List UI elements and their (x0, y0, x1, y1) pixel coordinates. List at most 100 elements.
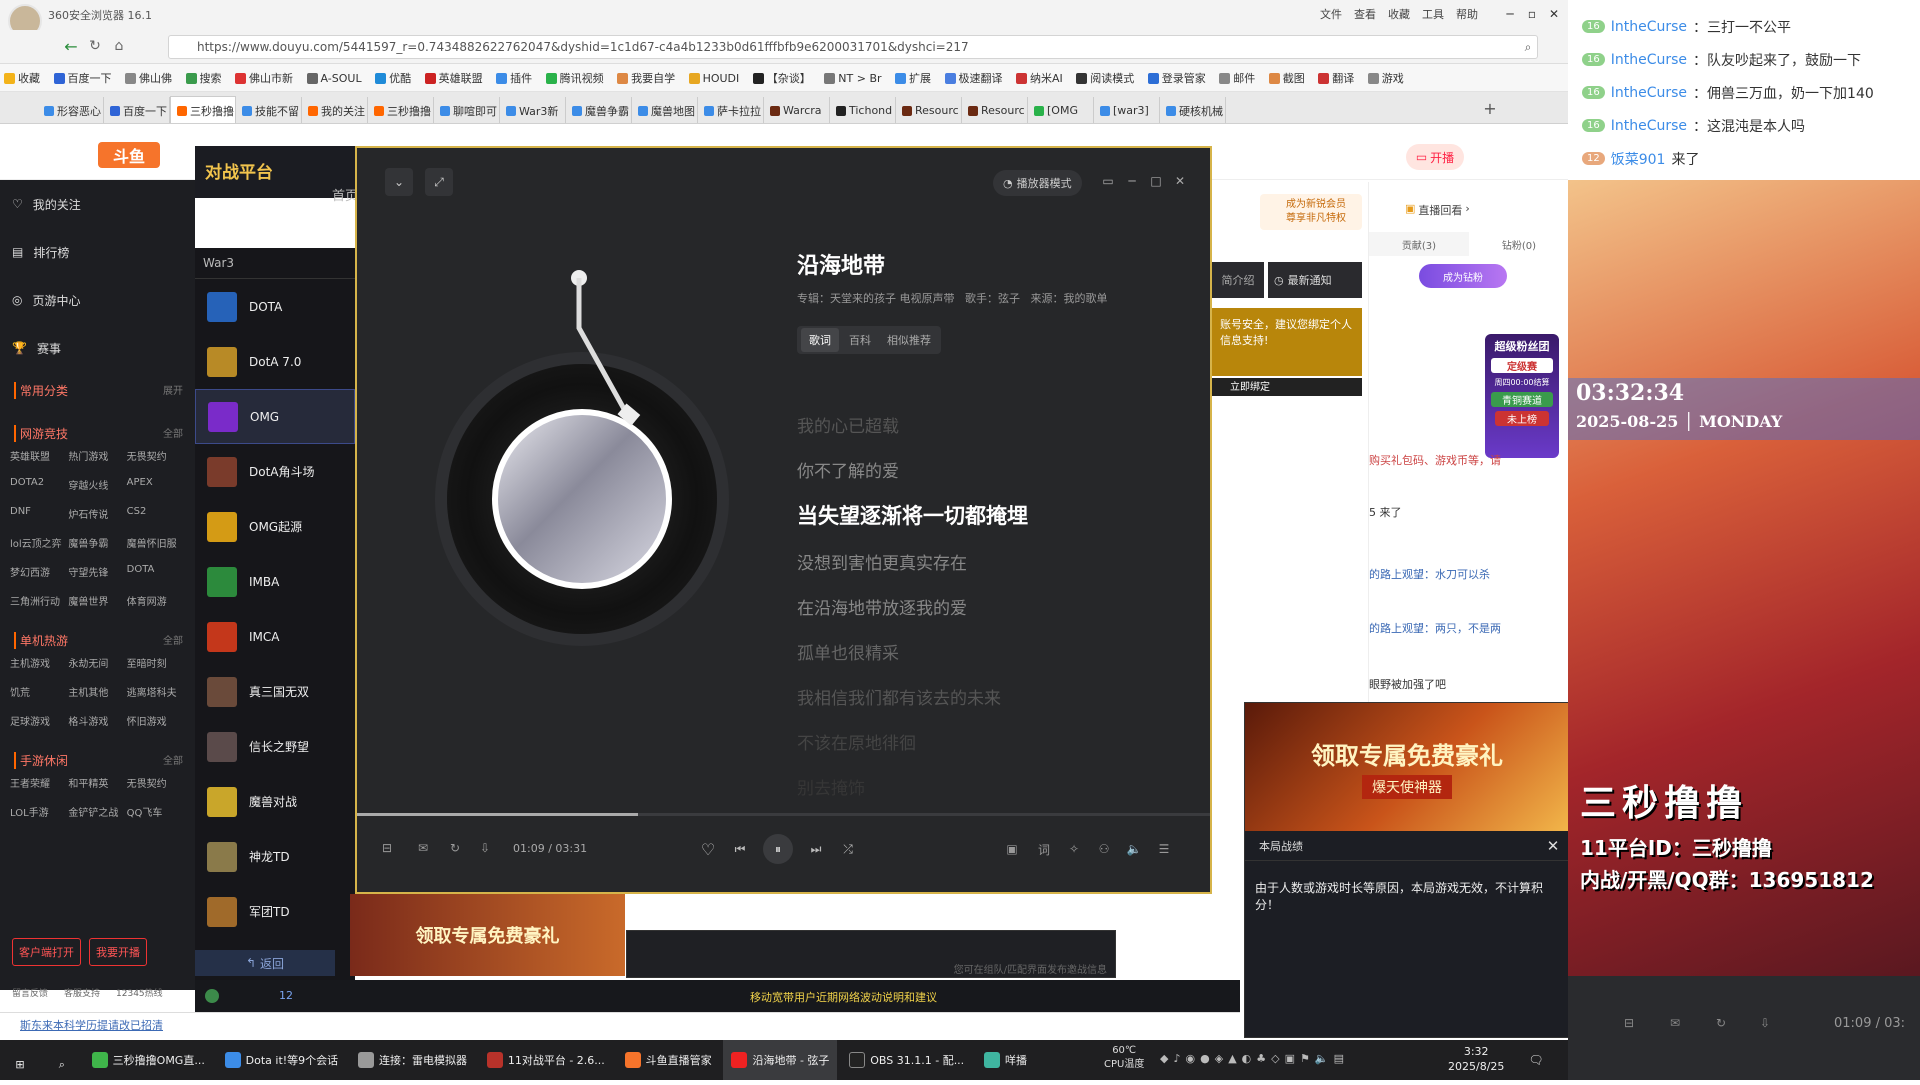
category-item[interactable]: 王者荣耀 (10, 775, 68, 790)
category-item[interactable]: APEX (127, 477, 185, 492)
category-item[interactable]: 饥荒 (10, 684, 68, 699)
lyric-line-current[interactable]: 当失望逐渐将一切都掩埋 (797, 500, 1028, 530)
browser-tab[interactable]: 我的关注 (302, 96, 368, 123)
lyric-line[interactable]: 你不了解的爱 (797, 457, 899, 482)
bookmark-item[interactable]: A-SOUL (306, 72, 362, 85)
comment-icon[interactable]: ✉ (1664, 1012, 1686, 1034)
taskbar-app[interactable]: 11对战平台 - 2.6... (479, 1040, 613, 1080)
platform-logo[interactable]: 对战平台 (205, 158, 273, 183)
nav-follow[interactable]: ♡ 我的关注 (0, 180, 195, 228)
playlist-icon[interactable]: ☰ (1153, 838, 1175, 860)
bookmark-item[interactable]: 我要自学 (617, 70, 675, 86)
bookmark-item[interactable]: 极速翻译 (944, 70, 1003, 86)
maximize-icon[interactable]: ▫ (1522, 4, 1542, 24)
lyric-line[interactable]: 不该在原地徘徊 (797, 729, 916, 754)
url-input[interactable]: https://www.douyu.com/5441597_r=0.743488… (168, 35, 1538, 59)
category-item[interactable]: 主机游戏 (10, 655, 68, 670)
collapse-icon[interactable]: ⌄ (385, 168, 413, 196)
popup-close-icon[interactable]: ✕ (1543, 836, 1563, 856)
expand-link[interactable]: 展开 (163, 382, 183, 399)
bookmark-item[interactable]: 扩展 (895, 70, 931, 86)
category-item[interactable]: 守望先锋 (68, 564, 126, 579)
browser-tab[interactable]: Warcra (764, 96, 830, 123)
browser-tab[interactable]: 聊喧即可 (434, 96, 500, 123)
volume-icon[interactable]: 🔈 (1315, 1052, 1329, 1065)
footer-link[interactable]: 留言反馈 (12, 986, 48, 999)
home-icon[interactable]: ⌂ (110, 37, 128, 55)
bookmark-item[interactable]: 百度一下 (53, 70, 112, 86)
browser-tab[interactable]: [OMG (1028, 96, 1094, 123)
bookmark-item[interactable]: 登录管家 (1147, 70, 1206, 86)
bookmark-item[interactable]: NT > Br (824, 72, 882, 85)
playlist-remove-icon[interactable]: ⊟ (377, 838, 397, 858)
go-live-sidebar-button[interactable]: 我要开播 (89, 938, 147, 966)
bookmark-item[interactable]: 【杂谈】 (752, 70, 811, 86)
browser-tab[interactable]: Tichond (830, 96, 896, 123)
lyrics-icon[interactable]: 词 (1033, 838, 1055, 860)
lyric-line[interactable]: 没想到害怕更真实存在 (797, 549, 967, 574)
browser-tab[interactable]: 魔兽争霸 (566, 96, 632, 123)
notification-icon[interactable]: 🗨 (1526, 1050, 1546, 1070)
category-item[interactable]: CS2 (127, 506, 185, 521)
tab-diamond[interactable]: 钻粉(0) (1469, 232, 1568, 256)
pause-icon[interactable]: ⏸ (763, 834, 793, 864)
tray-icon[interactable]: ● (1200, 1052, 1210, 1065)
go-live-button[interactable]: ▭ 开播 (1406, 144, 1464, 170)
taskbar-clock[interactable]: 3:32 2025/8/25 (1448, 1044, 1504, 1074)
download-icon[interactable]: ⇩ (475, 838, 495, 858)
comment-icon[interactable]: ✉ (413, 838, 433, 858)
category-item[interactable]: LOL手游 (10, 804, 68, 819)
tray-icon[interactable]: ◐ (1242, 1052, 1252, 1065)
taskbar-app[interactable]: 斗鱼直播管家 (617, 1040, 720, 1080)
search-icon[interactable]: ⌕ (1520, 39, 1536, 55)
bookmark-item[interactable]: 腾讯视频 (545, 70, 604, 86)
progress-track[interactable] (357, 813, 1210, 816)
lyric-line[interactable]: 我相信我们都有该去的未来 (797, 684, 1001, 709)
tray-icon[interactable]: ◈ (1215, 1052, 1223, 1065)
previous-icon[interactable]: ⏮ (729, 838, 751, 860)
douyu-logo[interactable]: 斗鱼 (98, 142, 160, 168)
category-item[interactable]: 炉石传说 (68, 506, 126, 521)
bookmark-item[interactable]: 收藏 (4, 70, 40, 86)
tray-icon[interactable]: ◇ (1271, 1052, 1279, 1065)
game-item-selected[interactable]: OMG (195, 389, 355, 444)
tab-contribution[interactable]: 贡献(3) (1369, 232, 1469, 256)
browser-tab[interactable]: War3新 (500, 96, 566, 123)
category-item[interactable]: 热门游戏 (68, 448, 126, 463)
player-mode-button[interactable]: ◔ 播放器模式 (993, 170, 1082, 196)
bookmark-item[interactable]: 邮件 (1219, 70, 1255, 86)
taskbar-app[interactable]: 连接：雷电模拟器 (350, 1040, 475, 1080)
browser-tab[interactable]: 形容恶心 (38, 96, 104, 123)
bookmark-item[interactable]: 优酷 (375, 70, 411, 86)
browser-tab[interactable]: Resourc (962, 96, 1028, 123)
tray-icon[interactable]: ♣ (1256, 1052, 1266, 1065)
bookmark-item[interactable]: 英雄联盟 (424, 70, 483, 86)
lyric-line[interactable]: 我的心已超载 (797, 412, 899, 437)
network-notice[interactable]: 移动宽带用户近期网络波动说明和建议 (750, 989, 937, 1005)
menu-file[interactable]: 文件 (1320, 6, 1342, 22)
bookmark-item[interactable]: 纳米AI (1016, 70, 1063, 86)
latest-notice-button[interactable]: ◷ 最新通知 (1268, 262, 1362, 298)
game-item[interactable]: DOTA (195, 279, 355, 334)
close-icon[interactable]: ✕ (1544, 4, 1564, 24)
quality-icon[interactable]: ▣ (1001, 838, 1023, 860)
category-item[interactable]: 无畏契约 (127, 775, 185, 790)
become-fan-button[interactable]: 成为钻粉 (1419, 264, 1507, 288)
bookmark-item[interactable]: 插件 (496, 70, 532, 86)
notice-link[interactable]: 斯东来本科学历提请改已招清 (0, 1012, 1240, 1034)
category-item[interactable]: 英雄联盟 (10, 448, 68, 463)
effects-icon[interactable]: ✧ (1063, 838, 1085, 860)
category-item[interactable]: 至暗时刻 (127, 655, 185, 670)
tray-icon[interactable]: ♪ (1173, 1052, 1180, 1065)
vip-banner[interactable]: 成为新锐会员 尊享非凡特权 (1260, 194, 1362, 230)
category-item[interactable]: 无畏契约 (127, 448, 185, 463)
nav-ranking[interactable]: ▤ 排行榜 (0, 228, 195, 276)
category-item[interactable]: 魔兽怀旧服 (127, 535, 185, 550)
nav-events[interactable]: 🏆 赛事 (0, 324, 195, 372)
lyric-line[interactable]: 别去掩饰 (797, 774, 865, 799)
category-item[interactable]: 和平精英 (68, 775, 126, 790)
menu-view[interactable]: 查看 (1354, 6, 1376, 22)
nav-webgame[interactable]: ◎ 页游中心 (0, 276, 195, 324)
category-item[interactable]: 永劫无间 (68, 655, 126, 670)
bookmark-item[interactable]: 截图 (1268, 70, 1305, 86)
